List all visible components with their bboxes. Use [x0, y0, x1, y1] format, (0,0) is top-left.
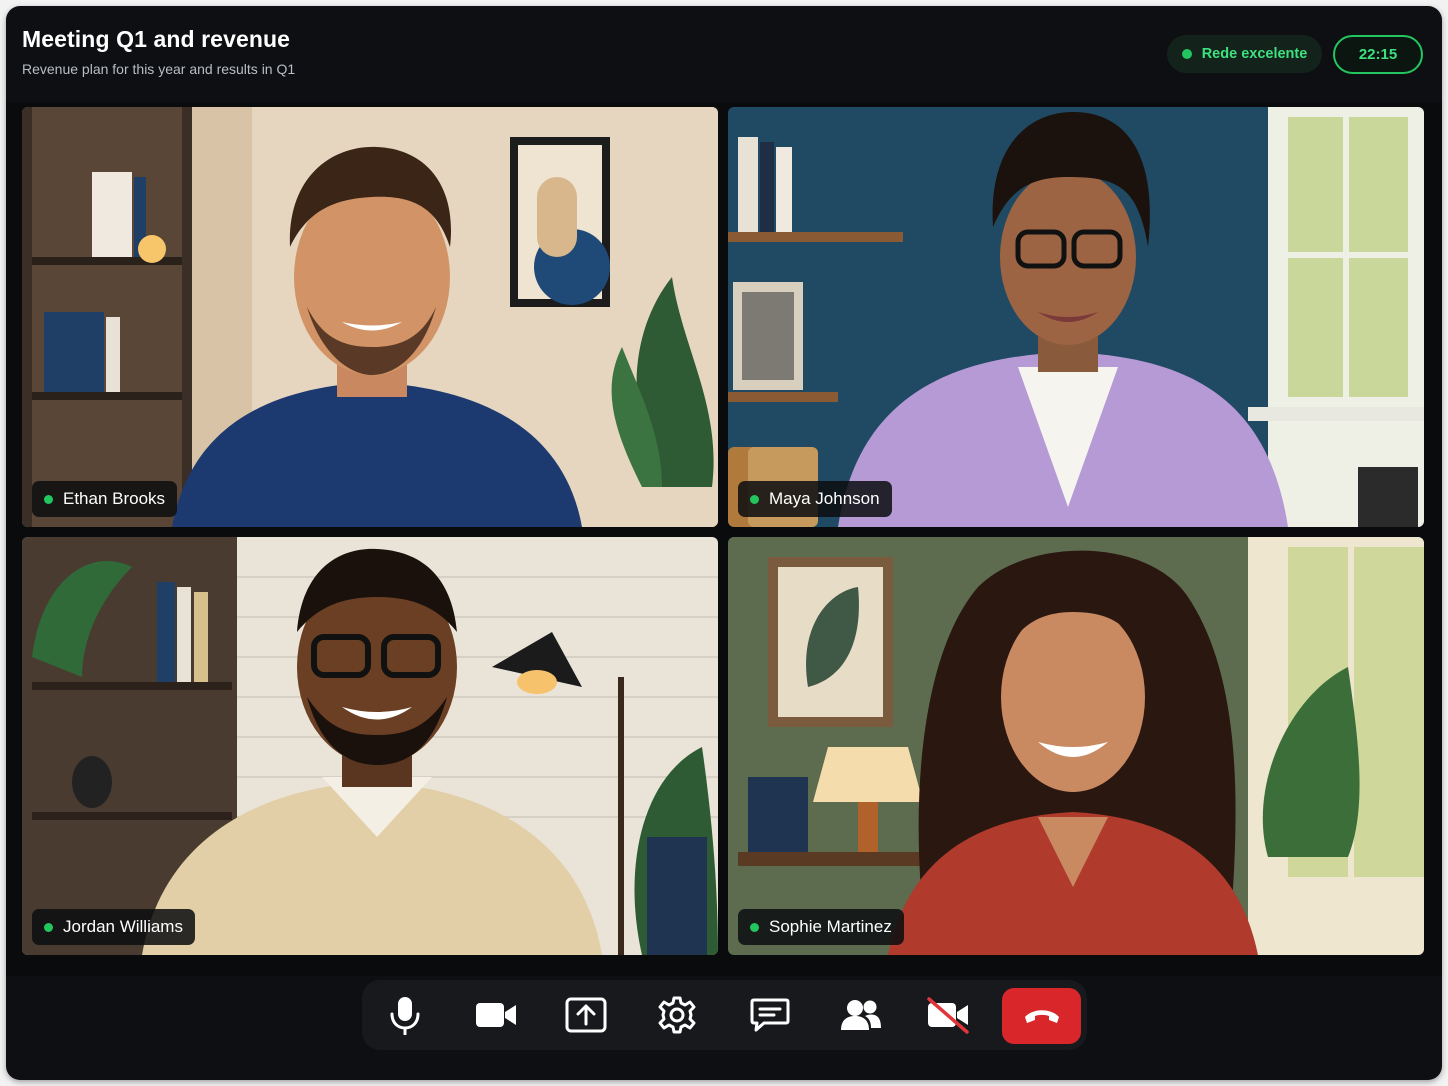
chat-icon	[750, 998, 790, 1032]
participants-button[interactable]	[831, 992, 891, 1038]
participant-name-badge: Jordan Williams	[32, 909, 195, 945]
network-status-dot	[1181, 49, 1192, 59]
participant-name: Maya Johnson	[769, 489, 880, 508]
end-call-button[interactable]	[1002, 988, 1081, 1044]
people-icon	[841, 1000, 881, 1030]
video-grid: Ethan Brooks Maya Johnson Jordan William…	[6, 102, 1442, 976]
online-status-dot	[44, 922, 53, 932]
video-tile-maya-johnson[interactable]: Maya Johnson	[728, 107, 1424, 527]
online-status-dot	[750, 922, 759, 932]
camera-icon	[476, 1003, 516, 1027]
participant-video	[22, 537, 718, 955]
online-status-dot	[750, 494, 759, 504]
video-tile-ethan-brooks[interactable]: Ethan Brooks	[22, 107, 718, 527]
end-call-icon	[1024, 1010, 1059, 1023]
camera-off-icon	[927, 997, 969, 1034]
gear-icon	[658, 996, 696, 1034]
meeting-window: Meeting Q1 and revenue Revenue plan for …	[6, 6, 1442, 1080]
participant-video	[728, 537, 1424, 955]
meeting-subtitle: Revenue plan for this year and results i…	[22, 61, 296, 77]
participant-video	[22, 107, 718, 527]
participant-name-badge: Ethan Brooks	[32, 481, 178, 517]
camera-button[interactable]	[466, 992, 526, 1038]
chat-button[interactable]	[740, 992, 800, 1038]
camera-off-button[interactable]	[918, 992, 978, 1038]
participant-video	[728, 107, 1424, 527]
share-screen-icon	[565, 997, 607, 1033]
participant-name: Ethan Brooks	[63, 489, 166, 508]
video-tile-jordan-williams[interactable]: Jordan Williams	[22, 537, 718, 955]
mute-microphone-button[interactable]	[375, 992, 435, 1038]
participant-name: Sophie Martinez	[769, 917, 892, 936]
network-status-badge: Rede excelente	[1167, 35, 1322, 73]
online-status-dot	[44, 494, 53, 504]
call-timer: 22:15	[1333, 35, 1423, 74]
call-controls-toolbar	[362, 980, 1087, 1050]
meeting-header: Meeting Q1 and revenue Revenue plan for …	[6, 6, 1442, 102]
participant-name-badge: Sophie Martinez	[738, 909, 904, 945]
video-tile-sophie-martinez[interactable]: Sophie Martinez	[728, 537, 1424, 955]
microphone-icon	[390, 997, 420, 1035]
network-status-label: Rede excelente	[1201, 46, 1308, 62]
settings-button[interactable]	[647, 992, 707, 1038]
participant-name: Jordan Williams	[63, 917, 183, 936]
share-screen-button[interactable]	[556, 992, 616, 1038]
participant-name-badge: Maya Johnson	[738, 481, 892, 517]
meeting-title: Meeting Q1 and revenue	[22, 26, 291, 52]
